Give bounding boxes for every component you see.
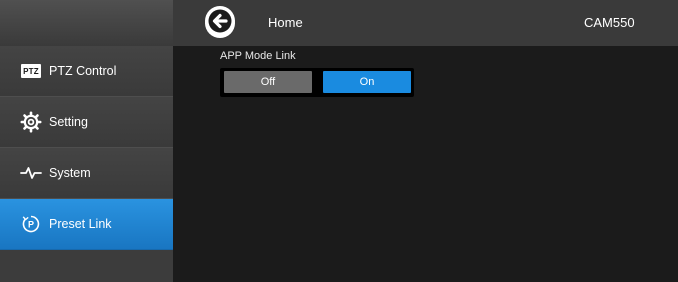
sidebar-item-system[interactable]: System	[0, 148, 173, 199]
pulse-icon	[20, 162, 42, 184]
device-name: CAM550	[584, 15, 635, 30]
sidebar-item-ptz-control[interactable]: PTZ PTZ Control	[0, 46, 173, 97]
sidebar-item-label: System	[49, 166, 91, 180]
ptz-badge-text: PTZ	[21, 64, 41, 78]
gear-icon	[20, 111, 42, 133]
sidebar-item-label: Setting	[49, 115, 88, 129]
sidebar-item-setting[interactable]: Setting	[0, 97, 173, 148]
ptz-badge-icon: PTZ	[20, 60, 42, 82]
app-mode-link-toggle: Off On	[220, 68, 414, 97]
toggle-on-button[interactable]: On	[323, 71, 411, 93]
sidebar-item-preset-link[interactable]: P Preset Link	[0, 199, 173, 250]
toggle-off-button[interactable]: Off	[224, 71, 312, 93]
sidebar: PTZ PTZ Control Setting System P Preset …	[0, 46, 173, 282]
arrow-left-circle-icon	[205, 5, 235, 41]
home-label[interactable]: Home	[268, 15, 303, 30]
svg-text:P: P	[28, 220, 34, 230]
back-button[interactable]	[205, 5, 235, 41]
sidebar-item-label: Preset Link	[49, 217, 112, 231]
section-title: APP Mode Link	[220, 50, 296, 62]
top-bar-left-panel	[0, 0, 173, 46]
preset-p-icon: P	[20, 213, 42, 235]
sidebar-item-label: PTZ Control	[49, 64, 117, 78]
top-bar: Home CAM550	[0, 0, 678, 46]
